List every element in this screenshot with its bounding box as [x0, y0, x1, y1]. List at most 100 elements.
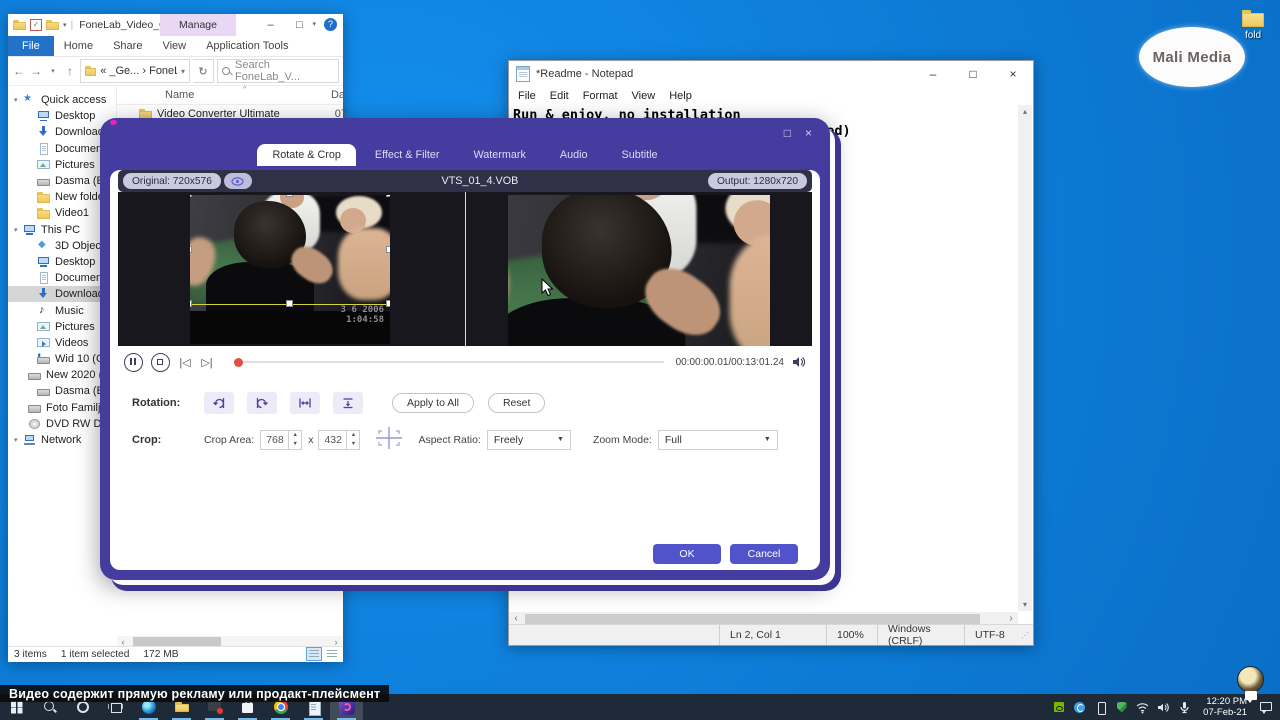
spin-down-icon[interactable]: ▼ [347, 440, 359, 449]
history-caret-icon[interactable]: ▾ [46, 67, 60, 75]
microphone-tray-icon[interactable] [1178, 701, 1191, 714]
spin-up-icon[interactable]: ▲ [289, 431, 301, 440]
taskbar-clock[interactable]: 12:20 PM 07-Feb-21 [1203, 696, 1247, 718]
crop-handle[interactable] [286, 195, 293, 197]
sort-arrow-icon[interactable]: ^ [243, 86, 246, 93]
original-video-pane[interactable]: 3 6 2006 1:04:58 [190, 195, 390, 344]
crop-center-button[interactable] [376, 427, 402, 452]
ribbon-collapse-icon[interactable]: ▾ [312, 20, 316, 28]
details-view-button[interactable] [306, 647, 322, 661]
close-button[interactable]: × [993, 61, 1033, 87]
menu-item[interactable]: File [511, 90, 543, 102]
menu-item[interactable]: Edit [543, 90, 576, 102]
crop-width-value[interactable]: 768 [261, 431, 288, 449]
expander-icon[interactable]: ▾ [14, 96, 23, 104]
refresh-button[interactable]: ↻ [193, 59, 214, 83]
preview-eye-button[interactable] [224, 173, 252, 189]
spin-up-icon[interactable]: ▲ [347, 431, 359, 440]
resize-grip[interactable]: ⋰ [1021, 631, 1033, 640]
maximize-button[interactable]: □ [784, 126, 791, 140]
ribbon-tab[interactable]: Share [103, 36, 152, 56]
expander-icon[interactable]: ▾ [14, 436, 23, 444]
rotate-left-button[interactable] [204, 392, 234, 414]
volume-icon[interactable] [792, 356, 806, 368]
scroll-up-icon[interactable]: ▴ [1023, 105, 1027, 118]
seek-track[interactable] [234, 361, 664, 363]
dialog-tab[interactable]: Audio [545, 144, 603, 166]
rotate-right-button[interactable] [247, 392, 277, 414]
crop-handle[interactable] [386, 300, 390, 307]
scroll-left-icon[interactable]: ‹ [509, 613, 523, 624]
ribbon-tab[interactable]: Application Tools [196, 36, 298, 56]
previous-frame-button[interactable]: |◁ [178, 356, 192, 369]
sidebar-item[interactable]: ▾ Quick access [8, 92, 116, 108]
scrollbar-thumb[interactable] [133, 637, 221, 646]
thumbnail-view-button[interactable] [324, 647, 340, 661]
tab-manage[interactable]: Manage [160, 14, 236, 36]
crop-handle[interactable] [386, 195, 390, 197]
address-caret-icon[interactable]: ▾ [181, 67, 185, 76]
spin-down-icon[interactable]: ▼ [289, 440, 301, 449]
desktop-folder-shortcut[interactable]: fold [1233, 10, 1273, 41]
address-box[interactable]: « _Ge... › FoneL... ▾ [80, 59, 190, 83]
back-button[interactable]: ← [12, 64, 26, 78]
ribbon-tab[interactable]: File [8, 36, 54, 56]
ok-button[interactable]: OK [653, 544, 721, 564]
crop-handle[interactable] [190, 246, 192, 253]
next-frame-button[interactable]: ▷| [200, 356, 214, 369]
defender-shield-icon[interactable] [1115, 701, 1128, 714]
notepad-vertical-scrollbar[interactable]: ▴ ▾ [1018, 105, 1032, 611]
crop-handle[interactable] [190, 195, 192, 197]
dialog-tab[interactable]: Rotate & Crop [257, 144, 355, 166]
dialog-tab[interactable]: Watermark [459, 144, 541, 166]
scroll-down-icon[interactable]: ▾ [1023, 598, 1027, 611]
seek-slider[interactable] [234, 355, 668, 369]
seek-thumb[interactable] [234, 358, 243, 367]
column-date[interactable]: Da [331, 89, 345, 101]
dialog-tab[interactable]: Subtitle [607, 144, 673, 166]
phone-tray-icon[interactable] [1094, 701, 1107, 714]
menu-item[interactable]: Format [576, 90, 625, 102]
menu-item[interactable]: Help [662, 90, 699, 102]
messenger-tray-icon[interactable] [1073, 701, 1086, 714]
breadcrumb[interactable]: « _Ge... › FoneL... [100, 65, 177, 77]
ribbon-tab[interactable]: View [152, 36, 196, 56]
crop-selection-box[interactable] [190, 195, 390, 305]
maximize-button[interactable]: □ [953, 61, 993, 87]
close-button[interactable]: × [805, 126, 812, 140]
wifi-icon[interactable] [1136, 701, 1149, 714]
desktop-avatar-shortcut[interactable] [1237, 666, 1264, 693]
menu-item[interactable]: View [625, 90, 663, 102]
qat-caret-icon[interactable]: ▾ [63, 21, 67, 29]
zoom-mode-select[interactable]: Full ▼ [658, 430, 778, 450]
pause-button[interactable] [124, 353, 143, 372]
flip-vertical-button[interactable] [333, 392, 363, 414]
volume-tray-icon[interactable] [1157, 701, 1170, 714]
apply-to-all-button[interactable]: Apply to All [392, 393, 474, 413]
crop-handle[interactable] [386, 246, 390, 253]
dialog-tab[interactable]: Effect & Filter [360, 144, 455, 166]
crop-handle[interactable] [286, 300, 293, 307]
notification-center-icon[interactable] [1259, 701, 1273, 713]
scroll-right-icon[interactable]: › [1004, 613, 1018, 624]
maximize-button[interactable]: □ [285, 14, 314, 36]
crop-height-stepper[interactable]: 432 ▲▼ [318, 430, 360, 450]
crop-height-value[interactable]: 432 [319, 431, 346, 449]
search-input[interactable]: Search FoneLab_V... [217, 59, 339, 83]
expander-icon[interactable]: ▾ [14, 226, 23, 234]
scroll-left-icon[interactable]: ‹ [117, 637, 129, 647]
flip-horizontal-button[interactable] [290, 392, 320, 414]
cancel-button[interactable]: Cancel [730, 544, 798, 564]
minimize-button[interactable]: – [913, 61, 953, 87]
stop-button[interactable] [151, 353, 170, 372]
column-name[interactable]: Name [165, 89, 194, 101]
forward-button[interactable]: → [29, 64, 43, 78]
reset-button[interactable]: Reset [488, 393, 545, 413]
scroll-right-icon[interactable]: › [330, 637, 342, 647]
aspect-ratio-select[interactable]: Freely ▼ [487, 430, 571, 450]
crop-width-stepper[interactable]: 768 ▲▼ [260, 430, 302, 450]
help-icon[interactable]: ? [324, 18, 337, 31]
nvidia-tray-icon[interactable] [1052, 701, 1065, 714]
scrollbar-thumb[interactable] [525, 614, 980, 624]
crop-handle[interactable] [190, 300, 192, 307]
